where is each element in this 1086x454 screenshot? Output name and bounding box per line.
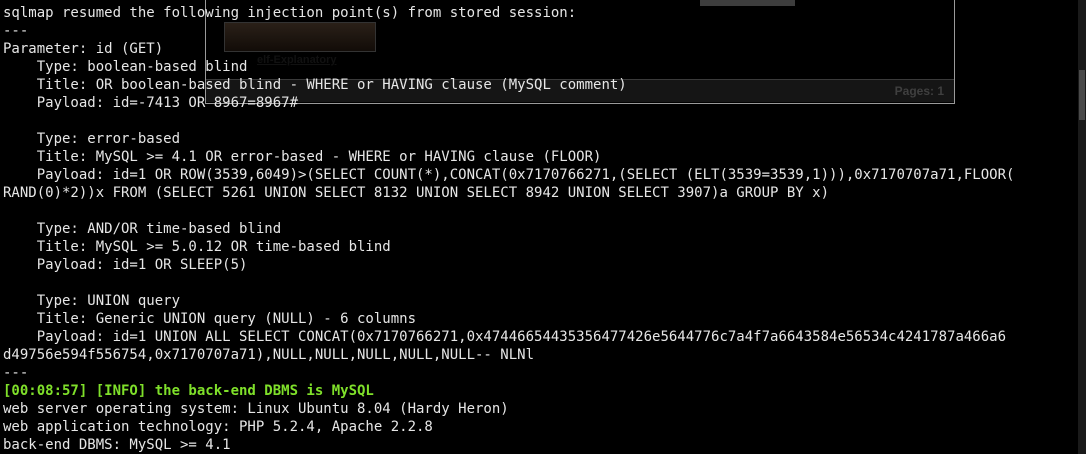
terminal-line: Type: error-based <box>3 131 181 147</box>
terminal-line: --- <box>3 365 29 381</box>
terminal-line: Payload: id=1 OR SLEEP(5) <box>3 257 248 273</box>
terminal-line: d49756e594f556754,0x7170707a71),NULL,NUL… <box>3 347 535 363</box>
terminal-line: Title: OR boolean-based blind - WHERE or… <box>3 77 627 93</box>
terminal-output[interactable]: sqlmap resumed the following injection p… <box>3 4 1014 454</box>
scrollbar-thumb[interactable] <box>1079 70 1085 120</box>
terminal-line: back-end DBMS: MySQL >= 4.1 <box>3 437 231 453</box>
terminal-line: Payload: id=1 UNION ALL SELECT CONCAT(0x… <box>3 329 1007 345</box>
terminal-info-line: [00:08:57] [INFO] the back-end DBMS is M… <box>3 383 374 399</box>
terminal-line: Type: boolean-based blind <box>3 59 248 75</box>
terminal-line: --- <box>3 23 29 39</box>
terminal-line: sqlmap resumed the following injection p… <box>3 5 577 21</box>
terminal-line: Title: Generic UNION query (NULL) - 6 co… <box>3 311 417 327</box>
terminal-line: web application technology: PHP 5.2.4, A… <box>3 419 433 435</box>
terminal-line: Type: UNION query <box>3 293 181 309</box>
terminal-line: Payload: id=-7413 OR 8967=8967# <box>3 95 299 111</box>
terminal-scrollbar[interactable] <box>1078 0 1086 454</box>
terminal-line: Title: MySQL >= 4.1 OR error-based - WHE… <box>3 149 602 165</box>
terminal-line: RAND(0)*2))x FROM (SELECT 5261 UNION SEL… <box>3 185 830 201</box>
terminal-line: Payload: id=1 OR ROW(3539,6049)>(SELECT … <box>3 167 1015 183</box>
terminal-line: Type: AND/OR time-based blind <box>3 221 282 237</box>
terminal-line: Parameter: id (GET) <box>3 41 164 57</box>
terminal-line: web server operating system: Linux Ubunt… <box>3 401 509 417</box>
terminal-line: Title: MySQL >= 5.0.12 OR time-based bli… <box>3 239 391 255</box>
